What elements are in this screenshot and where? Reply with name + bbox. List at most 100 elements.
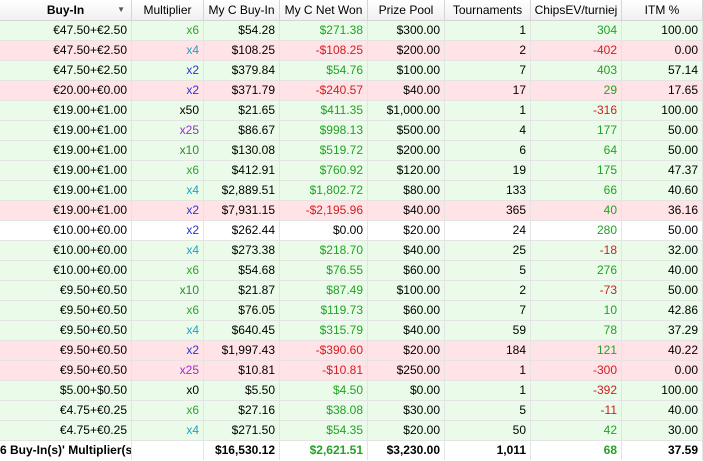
cell-net-won: $4.50: [280, 381, 368, 400]
cell-net-won: -$10.81: [280, 361, 368, 380]
cell-my-buy-in: $273.38: [204, 241, 280, 260]
table-row[interactable]: €9.50+€0.50 x4 $640.45 $315.79 $40.00 59 78 37.…: [0, 321, 703, 341]
table-row[interactable]: €19.00+€1.00 x6 $412.91 $760.92 $120.00 19 175…: [0, 161, 703, 181]
totals-itm: 37.59: [622, 441, 703, 460]
cell-prize-pool: $30.00: [368, 401, 445, 420]
cell-my-buy-in: $371.79: [204, 81, 280, 100]
table-row[interactable]: €9.50+€0.50 x10 $21.87 $87.49 $100.00 2 -73 50.…: [0, 281, 703, 301]
table-row[interactable]: €47.50+€2.50 x2 $379.84 $54.76 $100.00 7 403 57…: [0, 61, 703, 81]
column-header-my-c-net-won[interactable]: My C Net Won: [280, 0, 368, 20]
cell-chipsev: 42: [531, 421, 622, 440]
table-row[interactable]: €47.50+€2.50 x6 $54.28 $271.38 $300.00 1 304 10…: [0, 21, 703, 41]
table-row[interactable]: €20.00+€0.00 x2 $371.79 -$240.57 $40.00 17 29 1…: [0, 81, 703, 101]
cell-net-won: $998.13: [280, 121, 368, 140]
column-header-prize-pool[interactable]: Prize Pool: [368, 0, 445, 20]
cell-prize-pool: $100.00: [368, 281, 445, 300]
table-row[interactable]: $5.00+$0.50 x0 $5.50 $4.50 $0.00 1 -392 100.00: [0, 381, 703, 401]
cell-buy-in: €19.00+€1.00: [0, 161, 132, 180]
cell-chipsev: -316: [531, 101, 622, 120]
cell-tournaments: 1: [445, 21, 531, 40]
cell-itm: 50.00: [622, 141, 703, 160]
column-header-itm[interactable]: ITM %: [622, 0, 703, 20]
cell-multiplier: x0: [132, 381, 204, 400]
cell-tournaments: 50: [445, 421, 531, 440]
cell-my-buy-in: $21.65: [204, 101, 280, 120]
cell-multiplier: x4: [132, 181, 204, 200]
cell-multiplier: x6: [132, 21, 204, 40]
cell-buy-in: €10.00+€0.00: [0, 241, 132, 260]
cell-chipsev: 280: [531, 221, 622, 240]
cell-chipsev: -300: [531, 361, 622, 380]
column-header-my-c-buy-in[interactable]: My C Buy-In: [204, 0, 280, 20]
cell-multiplier: x6: [132, 161, 204, 180]
cell-itm: 32.00: [622, 241, 703, 260]
cell-net-won: $38.08: [280, 401, 368, 420]
cell-buy-in: €9.50+€0.50: [0, 361, 132, 380]
cell-prize-pool: $500.00: [368, 121, 445, 140]
cell-itm: 100.00: [622, 381, 703, 400]
cell-tournaments: 17: [445, 81, 531, 100]
cell-multiplier: x25: [132, 121, 204, 140]
cell-my-buy-in: $5.50: [204, 381, 280, 400]
totals-net-won: $2,621.51: [280, 441, 368, 460]
column-header-multiplier[interactable]: Multiplier: [132, 0, 204, 20]
cell-tournaments: 59: [445, 321, 531, 340]
cell-prize-pool: $20.00: [368, 421, 445, 440]
table-row[interactable]: €47.50+€2.50 x4 $108.25 -$108.25 $200.00 2 -40…: [0, 41, 703, 61]
cell-net-won: -$108.25: [280, 41, 368, 60]
table-row[interactable]: €19.00+€1.00 x50 $21.65 $411.35 $1,000.00 1 -3…: [0, 101, 703, 121]
cell-itm: 17.65: [622, 81, 703, 100]
table-row[interactable]: €9.50+€0.50 x2 $1,997.43 -$390.60 $20.00 184 1…: [0, 341, 703, 361]
column-header-buy-in[interactable]: Buy-In ▼: [0, 0, 132, 20]
cell-buy-in: €47.50+€2.50: [0, 61, 132, 80]
cell-prize-pool: $60.00: [368, 301, 445, 320]
cell-multiplier: x25: [132, 361, 204, 380]
cell-itm: 40.00: [622, 401, 703, 420]
sort-down-icon: ▼: [117, 5, 125, 14]
cell-buy-in: €4.75+€0.25: [0, 401, 132, 420]
cell-my-buy-in: $262.44: [204, 221, 280, 240]
table-row[interactable]: €9.50+€0.50 x6 $76.05 $119.73 $60.00 7 10 42.86: [0, 301, 703, 321]
table-row[interactable]: €19.00+€1.00 x4 $2,889.51 $1,802.72 $80.00 13…: [0, 181, 703, 201]
cell-my-buy-in: $108.25: [204, 41, 280, 60]
cell-chipsev: 78: [531, 321, 622, 340]
cell-prize-pool: $200.00: [368, 141, 445, 160]
cell-tournaments: 7: [445, 301, 531, 320]
cell-multiplier: x50: [132, 101, 204, 120]
table-row[interactable]: €10.00+€0.00 x6 $54.68 $76.55 $60.00 5 276 40.0…: [0, 261, 703, 281]
cell-multiplier: x4: [132, 321, 204, 340]
cell-prize-pool: $300.00: [368, 21, 445, 40]
cell-chipsev: 304: [531, 21, 622, 40]
table-row[interactable]: €4.75+€0.25 x6 $27.16 $38.08 $30.00 5 -11 40.00: [0, 401, 703, 421]
cell-my-buy-in: $379.84: [204, 61, 280, 80]
cell-multiplier: x2: [132, 201, 204, 220]
table-row[interactable]: €19.00+€1.00 x25 $86.67 $998.13 $500.00 4 177 5…: [0, 121, 703, 141]
cell-chipsev: 121: [531, 341, 622, 360]
table-row[interactable]: €19.00+€1.00 x10 $130.08 $519.72 $200.00 6 64 5…: [0, 141, 703, 161]
table-row[interactable]: €9.50+€0.50 x25 $10.81 -$10.81 $250.00 1 -300 0…: [0, 361, 703, 381]
cell-buy-in: €9.50+€0.50: [0, 301, 132, 320]
column-header-chipsev[interactable]: ChipsEV/turniej: [531, 0, 622, 20]
cell-chipsev: -73: [531, 281, 622, 300]
totals-row: 6 Buy-In(s)' Multiplier(s) $16,530.12 $2…: [0, 441, 703, 461]
cell-my-buy-in: $10.81: [204, 361, 280, 380]
cell-chipsev: 276: [531, 261, 622, 280]
table-row[interactable]: €4.75+€0.25 x4 $271.50 $54.35 $20.00 50 42 30.0…: [0, 421, 703, 441]
table-row[interactable]: €10.00+€0.00 x2 $262.44 $0.00 $20.00 24 280 50.…: [0, 221, 703, 241]
table-row[interactable]: €19.00+€1.00 x2 $7,931.15 -$2,195.96 $40.00 3…: [0, 201, 703, 221]
table-row[interactable]: €10.00+€0.00 x4 $273.38 $218.70 $40.00 25 -18 3…: [0, 241, 703, 261]
column-header-tournaments[interactable]: Tournaments: [445, 0, 531, 20]
cell-net-won: $0.00: [280, 221, 368, 240]
cell-net-won: $519.72: [280, 141, 368, 160]
cell-buy-in: €19.00+€1.00: [0, 181, 132, 200]
cell-net-won: -$2,195.96: [280, 201, 368, 220]
cell-tournaments: 2: [445, 41, 531, 60]
cell-net-won: -$240.57: [280, 81, 368, 100]
cell-multiplier: x2: [132, 81, 204, 100]
cell-multiplier: x6: [132, 261, 204, 280]
cell-prize-pool: $200.00: [368, 41, 445, 60]
cell-prize-pool: $40.00: [368, 81, 445, 100]
cell-itm: 36.16: [622, 201, 703, 220]
cell-chipsev: -392: [531, 381, 622, 400]
cell-my-buy-in: $27.16: [204, 401, 280, 420]
